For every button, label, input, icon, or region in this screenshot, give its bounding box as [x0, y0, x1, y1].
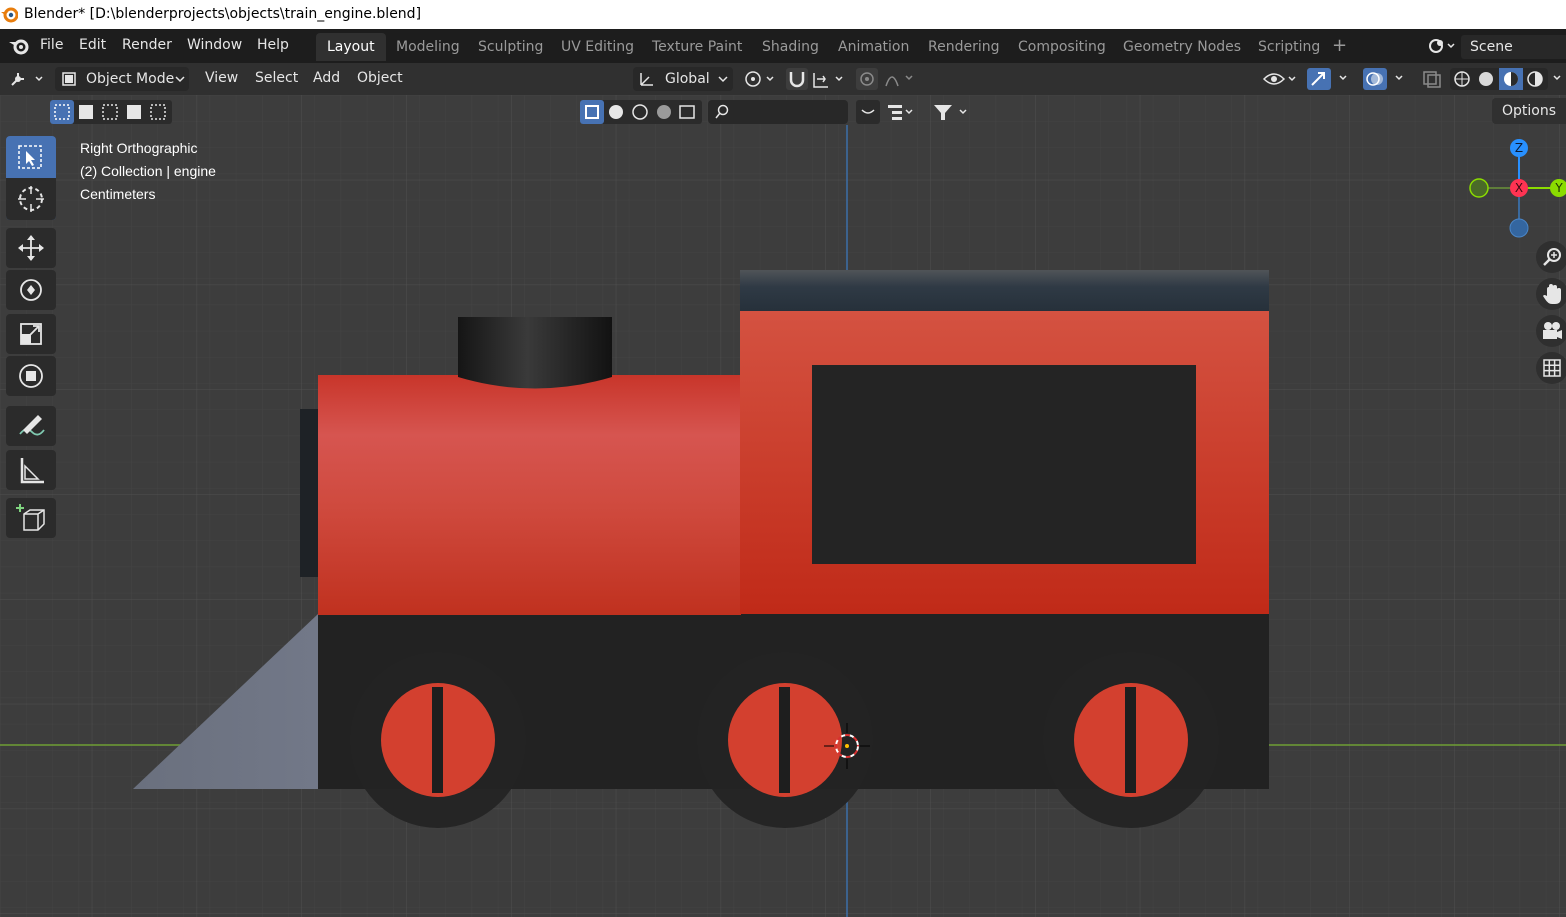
tab-compositing[interactable]: Compositing — [1018, 39, 1106, 55]
selection-mode-icons[interactable] — [50, 100, 172, 124]
navigation-gizmo[interactable]: Z X Y — [1460, 130, 1566, 240]
tab-animation[interactable]: Animation — [838, 39, 909, 55]
title-bar: Blender* [D:\blenderprojects\objects\tra… — [0, 0, 1566, 29]
top-bar: File Edit Render Window Help Layout Mode… — [0, 29, 1566, 63]
measure-tool[interactable] — [6, 450, 56, 490]
snap-magnet-icon[interactable] — [786, 68, 808, 90]
front-buffer[interactable] — [300, 409, 320, 577]
gizmo-toggle-icon[interactable] — [1307, 68, 1355, 90]
orientation-label: Global — [665, 71, 710, 87]
collection-info-label: (2) Collection | engine — [80, 163, 216, 179]
filter-dropdowns-icon[interactable] — [856, 100, 976, 124]
select-box-tool[interactable] — [6, 136, 56, 176]
menu-select[interactable]: Select — [255, 70, 298, 86]
tab-geometry-nodes[interactable]: Geometry Nodes — [1123, 39, 1241, 55]
orientation-axes-icon — [640, 73, 653, 86]
blender-logo-icon — [1, 7, 18, 23]
chevron-down-icon — [175, 76, 185, 83]
ortho-toggle-button[interactable] — [1536, 352, 1566, 384]
wheel-spoke — [779, 687, 790, 793]
viewport-canvas — [0, 95, 1566, 917]
gizmo-x-label: X — [1515, 181, 1523, 195]
viewport-header: Object Mode View Select Add Object Globa… — [0, 63, 1566, 95]
tab-rendering[interactable]: Rendering — [928, 39, 1000, 55]
camera-view-button[interactable] — [1536, 315, 1566, 347]
cab-window[interactable] — [812, 365, 1196, 564]
cursor-tool[interactable] — [6, 178, 56, 220]
rotate-icon — [20, 279, 42, 301]
transform-tool[interactable] — [6, 356, 56, 396]
annotate-tool[interactable] — [6, 406, 56, 446]
window-title: Blender* [D:\blenderprojects\objects\tra… — [24, 6, 422, 22]
measure-icon — [20, 458, 44, 484]
smokestack[interactable] — [458, 317, 612, 389]
add-cube-tool[interactable] — [6, 498, 56, 538]
pan-button[interactable] — [1536, 278, 1566, 310]
tab-shading[interactable]: Shading — [762, 39, 819, 55]
tab-modeling[interactable]: Modeling — [396, 39, 460, 55]
cab-roof[interactable] — [740, 270, 1269, 312]
cursor-icon — [18, 186, 44, 212]
menu-window[interactable]: Window — [187, 37, 242, 53]
annotate-icon — [19, 415, 45, 436]
boiler[interactable] — [318, 375, 741, 615]
snap-target-icon[interactable] — [812, 69, 848, 89]
transform-orientation-dropdown[interactable]: Global — [633, 67, 733, 91]
blender-menu-icon[interactable] — [8, 37, 30, 55]
shading-mode-icon[interactable] — [1450, 68, 1566, 90]
xray-icon[interactable] — [1420, 68, 1444, 90]
zoom-icon — [1543, 248, 1561, 266]
hand-pan-icon — [1543, 284, 1561, 304]
options-button[interactable]: Options — [1492, 98, 1566, 124]
tab-texture-paint[interactable]: Texture Paint — [652, 39, 742, 55]
3d-viewport[interactable]: Options Right Orthographic (2) Collectio… — [0, 95, 1566, 917]
select-box-icon — [18, 145, 42, 169]
proportional-editing-icon[interactable] — [856, 68, 918, 90]
menu-view[interactable]: View — [205, 70, 238, 86]
transform-icon — [19, 364, 43, 388]
add-cube-icon — [16, 504, 45, 531]
overlays-icon[interactable] — [1363, 68, 1411, 90]
search-icon — [715, 104, 729, 119]
search-input[interactable] — [708, 100, 848, 124]
editor-type-icon[interactable] — [8, 69, 46, 89]
scene-name-field[interactable]: Scene — [1461, 35, 1566, 59]
wheel-spoke — [1125, 687, 1136, 793]
gizmo-y-label: Y — [1554, 181, 1563, 195]
menu-add[interactable]: Add — [313, 70, 340, 86]
scale-icon — [20, 323, 42, 345]
zoom-button[interactable] — [1536, 241, 1566, 273]
blender-window: Blender* [D:\blenderprojects\objects\tra… — [0, 0, 1566, 917]
visibility-eye-icon[interactable] — [1262, 69, 1300, 89]
object-mode-icon — [62, 72, 76, 86]
scene-selector-icon[interactable] — [1426, 36, 1458, 56]
move-icon — [18, 235, 44, 261]
grid-icon — [1543, 359, 1561, 377]
wheel-spoke — [432, 687, 443, 793]
camera-icon — [1543, 322, 1562, 339]
gizmo-z-label: Z — [1515, 141, 1523, 155]
select-tool-group — [6, 136, 56, 220]
object-type-filter-icons[interactable] — [580, 100, 702, 124]
rotate-tool[interactable] — [6, 270, 56, 310]
units-label: Centimeters — [80, 186, 156, 202]
tab-scripting[interactable]: Scripting — [1258, 39, 1320, 55]
move-tool[interactable] — [6, 228, 56, 268]
pivot-point-icon[interactable] — [741, 69, 777, 89]
mode-label: Object Mode — [86, 71, 175, 87]
menu-file[interactable]: File — [40, 37, 63, 53]
viewport-info-overlay: Right Orthographic (2) Collection | engi… — [80, 137, 216, 206]
menu-object[interactable]: Object — [357, 70, 403, 86]
menu-edit[interactable]: Edit — [79, 37, 106, 53]
menu-render[interactable]: Render — [122, 37, 172, 53]
tab-uv-editing[interactable]: UV Editing — [561, 39, 634, 55]
chevron-down-icon — [718, 76, 728, 83]
add-workspace-button[interactable]: + — [1332, 35, 1347, 56]
menu-help[interactable]: Help — [257, 37, 289, 53]
tab-sculpting[interactable]: Sculpting — [478, 39, 543, 55]
mode-dropdown[interactable]: Object Mode — [55, 67, 189, 91]
tab-layout[interactable]: Layout — [316, 33, 386, 61]
scale-tool[interactable] — [6, 314, 56, 354]
view-name-label: Right Orthographic — [80, 140, 198, 156]
